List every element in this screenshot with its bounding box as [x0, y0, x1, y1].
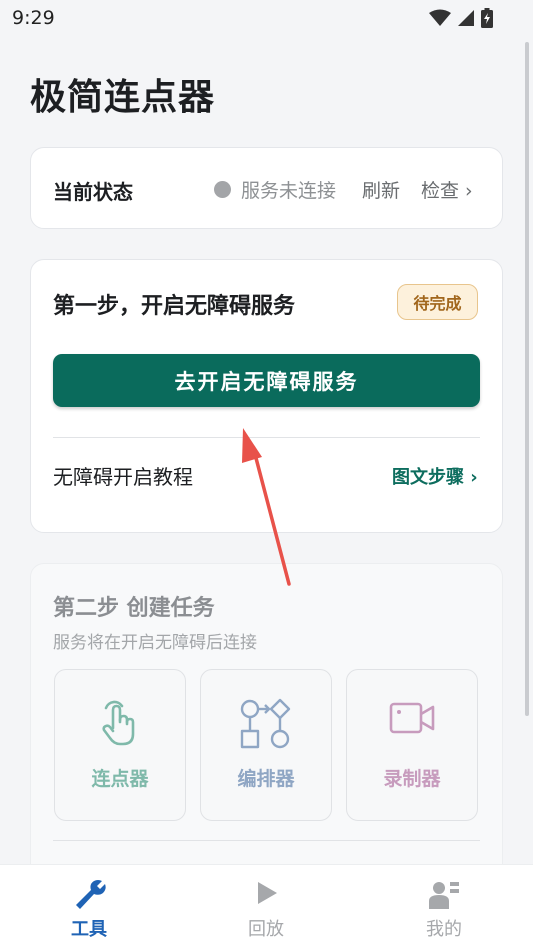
- status-icons: [429, 8, 493, 28]
- profile-icon: [429, 882, 459, 909]
- tool-label: 录制器: [383, 768, 441, 790]
- bottom-navigation: 工具 回放 我的: [0, 864, 533, 949]
- step1-title: 第一步，开启无障碍服务: [53, 294, 296, 319]
- page-title: 极简连点器: [30, 77, 216, 118]
- play-icon: [258, 882, 277, 904]
- tool-recorder[interactable]: 录制器: [346, 669, 478, 821]
- tool-label: 编排器: [237, 768, 295, 790]
- battery-icon: [481, 8, 493, 28]
- step2-card: 第二步 创建任务 服务将在开启无障碍后连接 连点器 编排器 录制器: [30, 563, 503, 895]
- refresh-button[interactable]: 刷新: [362, 176, 400, 203]
- nav-tab-profile[interactable]: 我的: [384, 865, 504, 949]
- status-label: 当前状态: [53, 180, 133, 204]
- tap-hand-icon: [102, 700, 135, 746]
- pending-status-badge: 待完成: [397, 284, 478, 320]
- tool-sequencer[interactable]: 编排器: [200, 669, 332, 821]
- page-scrollbar[interactable]: [525, 42, 529, 716]
- status-bar: 9:29: [0, 0, 533, 36]
- nav-tab-playback[interactable]: 回放: [206, 865, 326, 949]
- status-dot-icon: [214, 181, 231, 198]
- nav-tab-tools[interactable]: 工具: [29, 865, 149, 949]
- step2-title: 第二步 创建任务: [53, 596, 215, 621]
- wifi-icon: [429, 9, 451, 26]
- divider: [53, 437, 480, 438]
- video-camera-icon: [389, 702, 435, 734]
- check-button[interactable]: 检查 ›: [421, 176, 473, 203]
- connection-status-text: 服务未连接: [241, 180, 337, 202]
- nav-label: 我的: [426, 919, 462, 940]
- step2-subtitle: 服务将在开启无障碍后连接: [53, 633, 257, 653]
- nav-label: 回放: [248, 919, 284, 940]
- tutorial-steps-link[interactable]: 图文步骤 ›: [392, 463, 478, 489]
- status-card: 当前状态 服务未连接 刷新 检查 ›: [30, 147, 503, 229]
- status-time: 9:29: [12, 7, 55, 29]
- divider: [53, 840, 480, 841]
- flow-diagram-icon: [240, 698, 291, 749]
- enable-accessibility-button[interactable]: 去开启无障碍服务: [53, 354, 480, 407]
- nav-label: 工具: [71, 919, 107, 940]
- tool-label: 连点器: [91, 768, 149, 790]
- tool-clicker[interactable]: 连点器: [54, 669, 186, 821]
- cell-signal-icon: [458, 10, 474, 26]
- wrench-icon: [76, 880, 106, 909]
- step1-card: 第一步，开启无障碍服务 待完成 去开启无障碍服务 无障碍开启教程 图文步骤 ›: [30, 259, 503, 533]
- tutorial-label: 无障碍开启教程: [53, 465, 193, 489]
